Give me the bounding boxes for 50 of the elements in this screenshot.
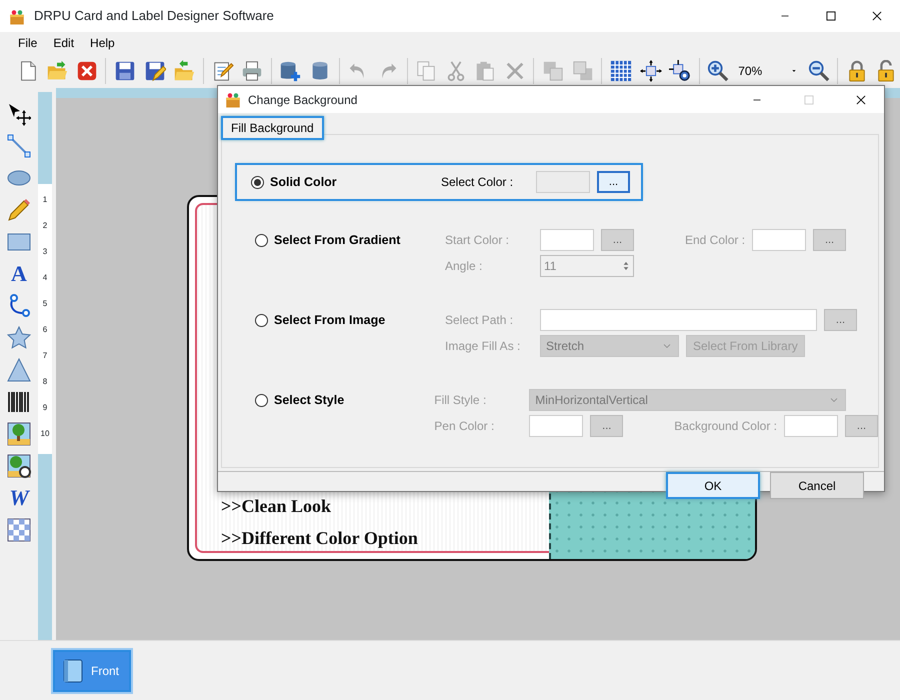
field-label: Image Fill As :: [445, 338, 522, 355]
pointer-move-icon[interactable]: [6, 102, 32, 126]
field-label: Start Color :: [445, 232, 510, 249]
field-label: Fill Style :: [434, 392, 488, 409]
color-swatch: [752, 229, 806, 251]
dialog-title: Change Background: [248, 92, 358, 108]
browse-button[interactable]: ...: [597, 171, 630, 193]
ruler-number: 3: [42, 246, 48, 258]
ruler-number: 4: [42, 272, 48, 284]
star-tool-icon[interactable]: [6, 326, 32, 350]
color-swatch: [784, 415, 838, 437]
color-swatch: [540, 229, 594, 251]
ruler-number: 6: [42, 324, 48, 336]
radio-button[interactable]: Solid Color: [251, 172, 337, 192]
field-label: Select Color :: [441, 174, 514, 191]
ok-button[interactable]: OK: [666, 472, 760, 499]
ruler-number: 10: [40, 428, 50, 440]
triangle-tool-icon[interactable]: [6, 358, 32, 382]
image-tool-icon[interactable]: [6, 422, 32, 446]
field-label: Select Path :: [445, 312, 514, 329]
ruler-number: 5: [42, 298, 48, 310]
color-swatch: [536, 171, 590, 193]
color-swatch: [529, 415, 584, 437]
ruler-number: 7: [42, 350, 48, 362]
line-tool-icon[interactable]: [6, 134, 32, 158]
field-label: Angle :: [445, 258, 484, 275]
radio-button[interactable]: Select From Gradient: [255, 230, 400, 250]
ruler-number: 9: [42, 402, 48, 414]
field-label: Pen Color :: [434, 418, 496, 435]
field-label: Background Color :: [674, 418, 777, 435]
book-icon: [61, 658, 85, 684]
radio-button[interactable]: Select From Image: [255, 310, 386, 330]
radio-button[interactable]: Select Style: [255, 390, 344, 410]
menu-item[interactable]: Edit: [47, 34, 80, 52]
image-clip-icon[interactable]: [6, 454, 32, 478]
pencil-icon[interactable]: [6, 198, 32, 222]
ruler-number: 1: [42, 194, 48, 206]
tab[interactable]: Fill Background: [221, 116, 324, 140]
pattern-tool-icon[interactable]: [6, 518, 32, 542]
ruler-number: 8: [42, 376, 48, 388]
cancel-button[interactable]: Cancel: [770, 472, 864, 499]
path-field[interactable]: [540, 309, 817, 331]
barcode-icon[interactable]: [6, 390, 32, 414]
menu-item[interactable]: Help: [84, 34, 121, 52]
card-text: >>Different Color Option: [221, 527, 419, 550]
ruler-number: 2: [42, 220, 48, 232]
field-label: End Color :: [685, 232, 746, 249]
window-title: DRPU Card and Label Designer Software: [34, 7, 275, 26]
card-text: >>Clean Look: [221, 495, 332, 518]
menu-item[interactable]: File: [12, 34, 44, 52]
